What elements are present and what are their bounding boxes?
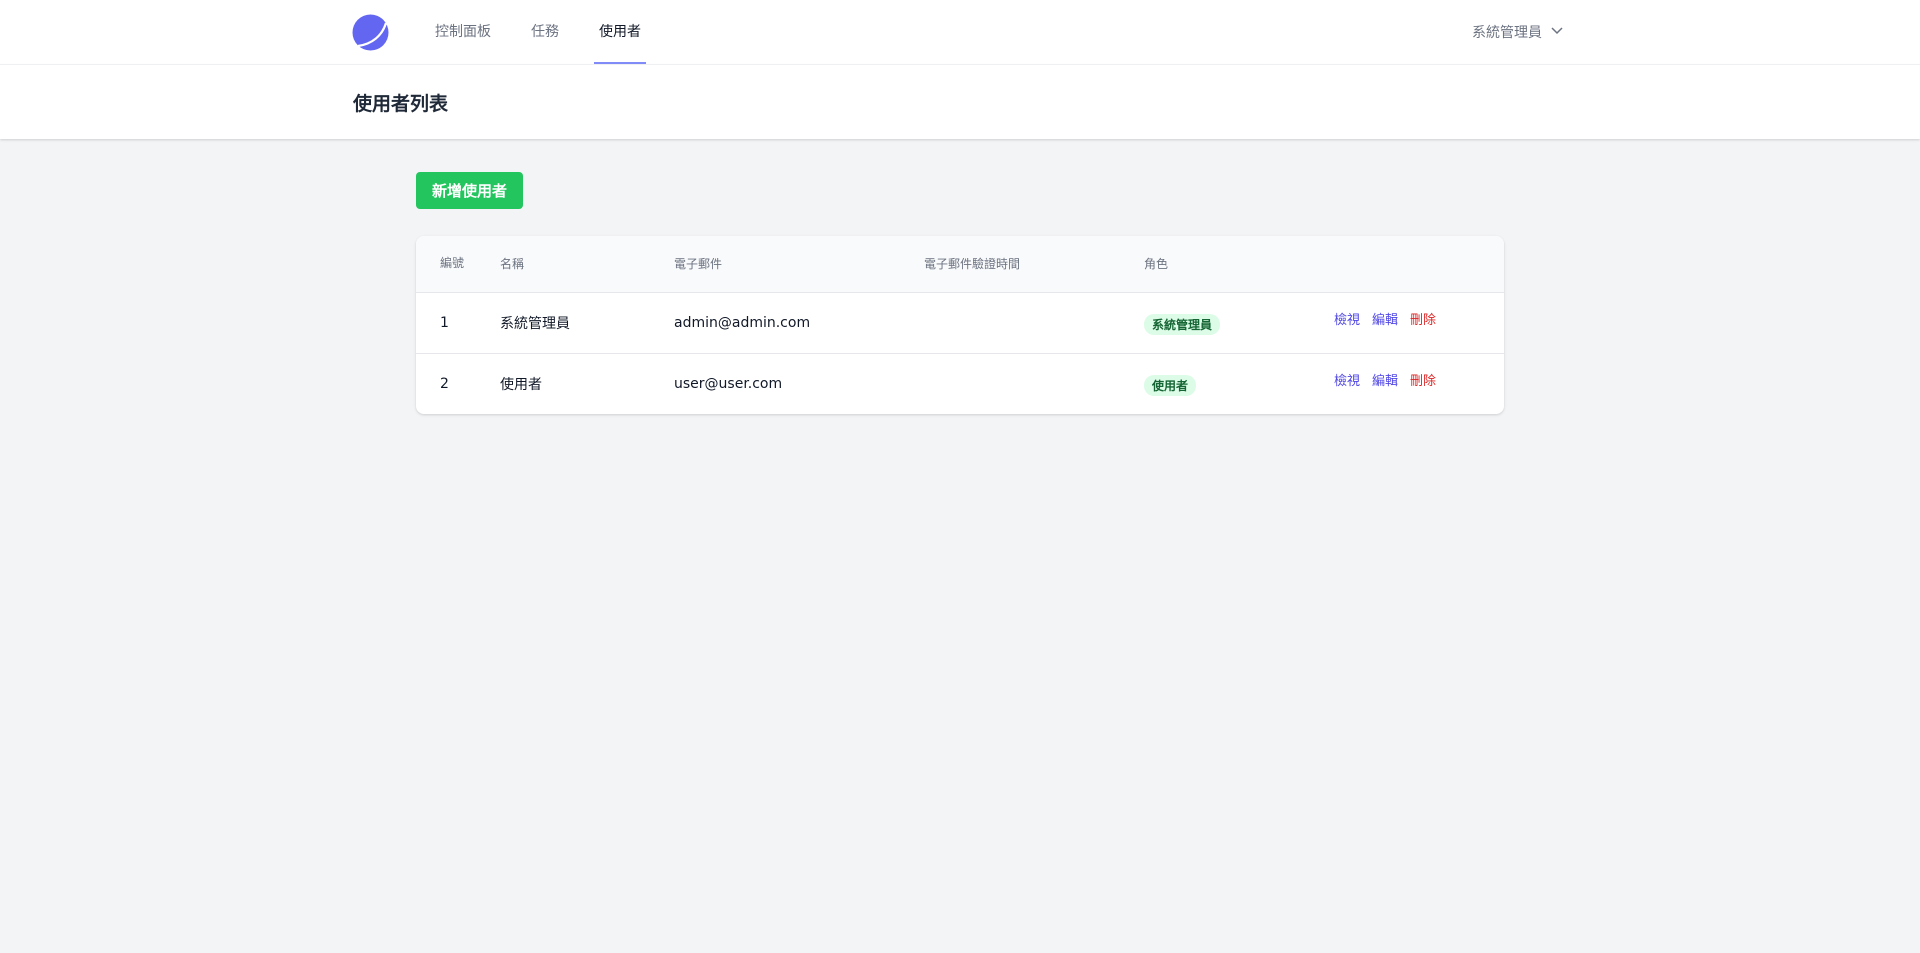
user-menu-dropdown[interactable]: 系統管理員: [1472, 0, 1568, 64]
column-header-id: 編號: [440, 256, 465, 271]
page-header: 使用者列表: [0, 65, 1920, 139]
row-actions: 檢視 編輯 刪除: [1334, 309, 1504, 328]
edit-link[interactable]: 編輯: [1372, 309, 1398, 328]
main-content: 新增使用者 編號 名稱 電子郵件 電子郵件驗證時間 角色 1 系統管理員 adm…: [416, 172, 1504, 414]
page-title: 使用者列表: [353, 93, 449, 115]
add-user-button[interactable]: 新增使用者: [416, 172, 524, 209]
table-header: 編號 名稱 電子郵件 電子郵件驗證時間 角色: [416, 236, 1504, 292]
navbar-container: 控制面板 任務 使用者 系統管理員: [352, 0, 1568, 64]
cell-name: 使用者: [500, 376, 542, 393]
cell-actions: 檢視 編輯 刪除: [1310, 353, 1504, 414]
user-name: 系統管理員: [1472, 25, 1542, 41]
nav-item-dashboard[interactable]: 控制面板: [430, 0, 496, 64]
cell-email: user@user.com: [674, 375, 783, 392]
nav-item-tasks[interactable]: 任務: [526, 0, 564, 64]
role-badge: 使用者: [1144, 375, 1197, 397]
cell-actions: 檢視 編輯 刪除: [1310, 292, 1504, 353]
cell-name: 系統管理員: [500, 315, 570, 332]
cell-role: 使用者: [1120, 353, 1310, 414]
table-body: 1 系統管理員 admin@admin.com 系統管理員 檢視 編輯 刪除 2…: [416, 292, 1504, 414]
delete-link[interactable]: 刪除: [1410, 370, 1436, 389]
edit-link[interactable]: 編輯: [1372, 370, 1398, 389]
delete-link[interactable]: 刪除: [1410, 309, 1436, 328]
cell-role: 系統管理員: [1120, 292, 1310, 353]
role-badge: 系統管理員: [1144, 314, 1221, 335]
users-table: 編號 名稱 電子郵件 電子郵件驗證時間 角色 1 系統管理員 admin@adm…: [416, 236, 1504, 414]
users-table-card: 編號 名稱 電子郵件 電子郵件驗證時間 角色 1 系統管理員 admin@adm…: [416, 236, 1504, 414]
column-header-email: 電子郵件: [674, 257, 723, 272]
column-header-verified-at: 電子郵件驗證時間: [924, 257, 1021, 272]
view-link[interactable]: 檢視: [1334, 370, 1360, 389]
top-navbar: 控制面板 任務 使用者 系統管理員: [0, 0, 1920, 65]
cell-verified-at: [900, 353, 1120, 414]
cell-id: 1: [440, 314, 449, 331]
column-header-role: 角色: [1144, 257, 1169, 272]
column-header-name: 名稱: [500, 257, 525, 272]
nav-item-users[interactable]: 使用者: [594, 0, 646, 64]
view-link[interactable]: 檢視: [1334, 309, 1360, 328]
cell-email: admin@admin.com: [674, 314, 811, 331]
table-row: 2 使用者 user@user.com 使用者 檢視 編輯 刪除: [416, 353, 1504, 414]
table-header-row: 編號 名稱 電子郵件 電子郵件驗證時間 角色: [416, 236, 1504, 292]
column-header-actions: [1310, 236, 1504, 292]
cell-verified-at: [900, 292, 1120, 353]
row-actions: 檢視 編輯 刪除: [1334, 370, 1504, 389]
table-row: 1 系統管理員 admin@admin.com 系統管理員 檢視 編輯 刪除: [416, 292, 1504, 353]
nav-links: 控制面板 任務 使用者: [430, 0, 676, 64]
moon-logo-icon[interactable]: [352, 14, 389, 51]
cell-id: 2: [440, 375, 449, 392]
chevron-down-icon: [1550, 23, 1564, 41]
